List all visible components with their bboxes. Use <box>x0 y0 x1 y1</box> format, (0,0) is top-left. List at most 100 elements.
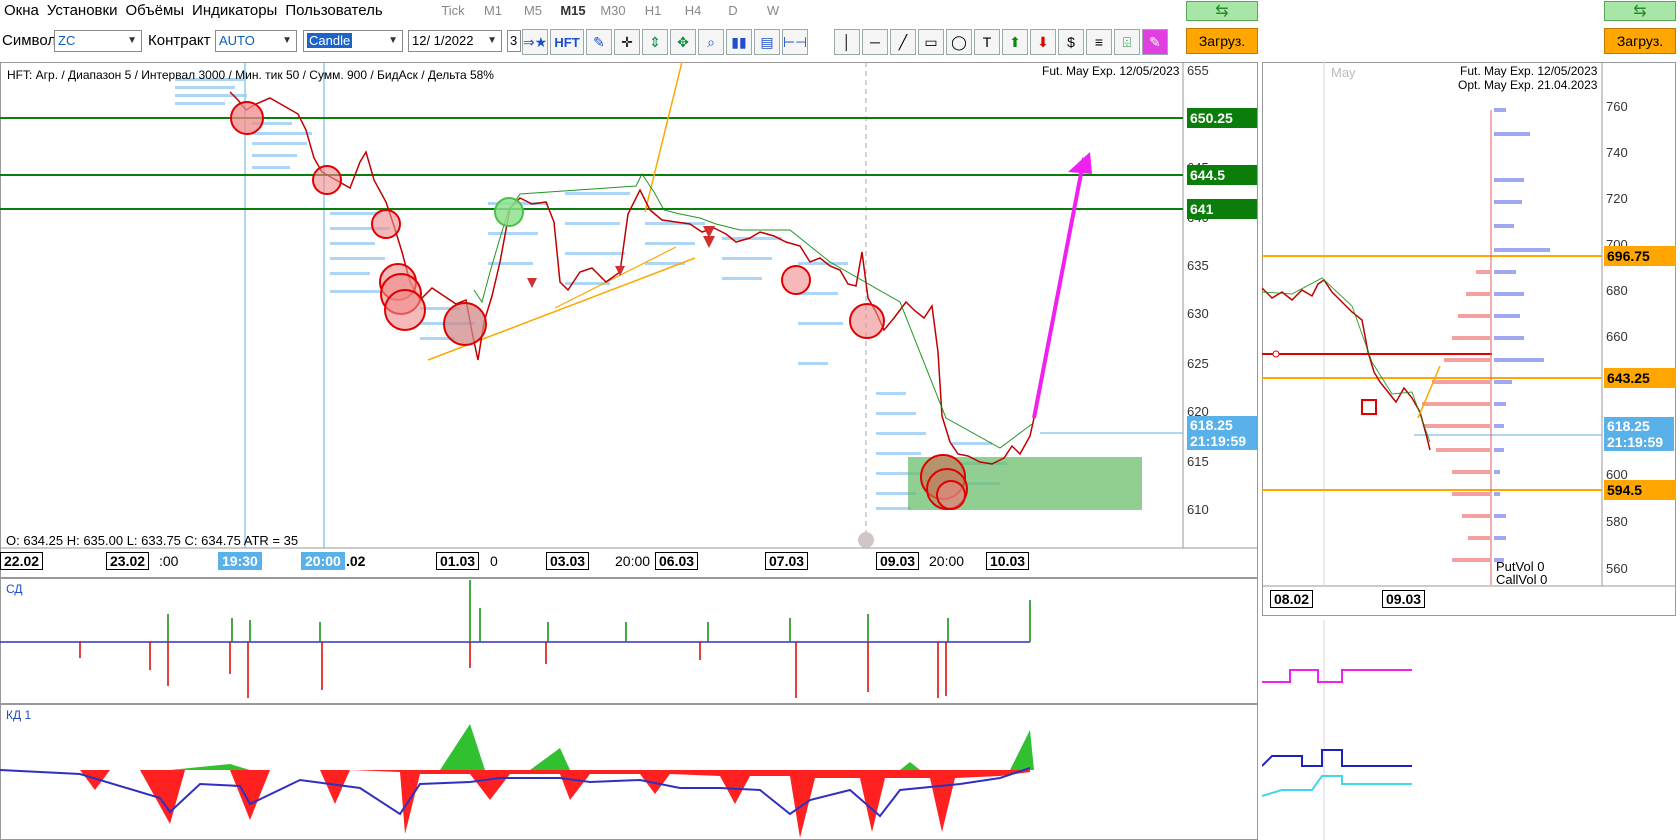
tf-d[interactable]: D <box>713 0 753 22</box>
kd-indicator-canvas <box>0 724 1034 838</box>
star-arrow-icon: ⇒★ <box>522 33 548 50</box>
price-tick: 760 <box>1606 99 1628 114</box>
crosshair-tool[interactable]: ✛ <box>614 29 640 55</box>
trend-line-minor[interactable] <box>554 246 677 309</box>
arrow-down-icon: ⬇ <box>1037 33 1049 50</box>
volume-profile-tool[interactable]: ▤ <box>754 29 780 55</box>
level-tag-643[interactable]: 643.25 <box>1604 368 1676 388</box>
price-tick: 655 <box>1187 63 1209 78</box>
load-button-right[interactable]: Загруз. <box>1604 28 1676 54</box>
price-tick: 630 <box>1187 306 1209 321</box>
chevron-down-icon: ▼ <box>388 35 398 46</box>
ellipse-tool[interactable]: ◯ <box>946 29 972 55</box>
buy-arrow-tool[interactable]: ⬆ <box>1002 29 1028 55</box>
date-label: 06.03 <box>655 552 699 570</box>
trend-line-tool[interactable]: ╱ <box>890 29 916 55</box>
sync-button-main[interactable]: ⇆ <box>1186 1 1258 21</box>
tf-w[interactable]: W <box>753 0 793 22</box>
contract-select[interactable]: AUTO ▼ <box>215 30 297 52</box>
time-label: :00 <box>159 553 179 569</box>
price-tick: 560 <box>1606 561 1628 576</box>
load-button-main[interactable]: Загруз. <box>1186 28 1258 54</box>
symbol-select[interactable]: ZC ▼ <box>54 30 142 52</box>
menu-volumes[interactable]: Объёмы <box>121 0 188 22</box>
date-label: 07.03 <box>765 552 809 570</box>
price-tick: 740 <box>1606 145 1628 160</box>
bars-tool[interactable]: ▮▮ <box>726 29 752 55</box>
bars-icon: ▮▮ <box>731 33 747 50</box>
arrow-up-icon: ⬆ <box>1009 33 1021 50</box>
date-picker[interactable]: 12/ 1/2022 ▼ <box>408 30 502 52</box>
menu-indicators[interactable]: Индикаторы <box>188 0 281 22</box>
dollar-icon: $ <box>1067 34 1075 50</box>
fit-tool[interactable]: ✥ <box>670 29 696 55</box>
current-price-value: 618.25 <box>1607 418 1650 434</box>
date-label: 01.03 <box>436 552 480 570</box>
tf-tick[interactable]: Tick <box>433 0 473 22</box>
zoom-tool[interactable]: ⌕ <box>698 29 724 55</box>
level-tag-644[interactable]: 644.5 <box>1187 165 1257 185</box>
horizontal-line-tool[interactable]: ─ <box>862 29 888 55</box>
rectangle-tool[interactable]: ▭ <box>918 29 944 55</box>
date-label: 09.03 <box>1382 590 1426 608</box>
vertical-line-tool[interactable]: │ <box>834 29 860 55</box>
tf-h4[interactable]: H4 <box>673 0 713 22</box>
date-label: 10.03 <box>986 552 1030 570</box>
tf-m1[interactable]: M1 <box>473 0 513 22</box>
hft-button[interactable]: HFT <box>550 29 584 55</box>
current-price-tag: 618.25 21:19:59 <box>1187 416 1257 450</box>
time-label: 0 <box>490 553 498 569</box>
time-label-highlight: 19:30 <box>218 552 262 570</box>
menu-user[interactable]: Пользователь <box>281 0 386 22</box>
ohlc-readout: O: 634.25 H: 635.00 L: 633.75 C: 634.75 … <box>6 533 299 548</box>
tf-m30[interactable]: M30 <box>593 0 633 22</box>
signal-box <box>1361 399 1377 415</box>
chart-type-select[interactable]: Candle ▼ <box>303 30 403 52</box>
contract-expiry-label: Fut. May Exp. 12/05/2023 <box>1042 64 1180 78</box>
range-icon: ⊢⊣ <box>782 33 808 50</box>
refresh-icon: ⇆ <box>1215 3 1229 20</box>
tf-m15[interactable]: M15 <box>553 0 593 22</box>
star-tool[interactable]: ⇒★ <box>522 29 548 55</box>
sell-arrow-tool[interactable]: ⬇ <box>1030 29 1056 55</box>
current-time-value: 21:19:59 <box>1607 434 1664 450</box>
tf-h1[interactable]: H1 <box>633 0 673 22</box>
menu-windows[interactable]: Окна <box>0 0 43 22</box>
tf-m5[interactable]: M5 <box>513 0 553 22</box>
price-label-tool[interactable]: $ <box>1058 29 1084 55</box>
chevron-down-icon: ▼ <box>487 35 497 46</box>
rectangle-icon: ▭ <box>924 33 938 50</box>
count-field[interactable]: 3 <box>507 30 521 52</box>
price-tick: 580 <box>1606 514 1628 529</box>
current-time-value: 21:19:59 <box>1190 433 1247 449</box>
eraser-tool[interactable]: ⌹ <box>1114 29 1140 55</box>
chart-info-line: HFT: Агр. / Диапазон 5 / Интервал 3000 /… <box>7 68 494 82</box>
fibonacci-tool[interactable]: ≡ <box>1086 29 1112 55</box>
level-tag-641[interactable]: 641 <box>1187 199 1257 219</box>
price-series <box>229 91 1035 465</box>
range-tool[interactable]: ⊢⊣ <box>782 29 808 55</box>
options-price-series <box>1262 278 1431 451</box>
diagonal-line-icon: ╱ <box>898 33 908 50</box>
text-tool[interactable]: T <box>974 29 1000 55</box>
vertical-scale-tool[interactable]: ⇕ <box>642 29 668 55</box>
pen-tool[interactable]: ✎ <box>586 29 612 55</box>
menu-settings[interactable]: Установки <box>43 0 122 22</box>
time-label: 20:00 <box>929 553 965 569</box>
month-label: May <box>1331 65 1356 80</box>
level-tag-594[interactable]: 594.5 <box>1604 480 1676 500</box>
pen-icon: ✎ <box>593 33 605 50</box>
forecast-arrow[interactable] <box>1032 157 1086 419</box>
main-chart-canvas[interactable] <box>0 62 1258 578</box>
color-pen-tool[interactable]: ✎ <box>1142 29 1168 55</box>
profile-icon: ▤ <box>760 33 774 50</box>
level-tag-696[interactable]: 696.75 <box>1604 246 1676 266</box>
date-label: 09.03 <box>876 552 920 570</box>
options-indicator-canvas <box>1262 620 1412 840</box>
pen-icon: ✎ <box>1149 33 1161 50</box>
level-tag-650[interactable]: 650.25 <box>1187 108 1257 128</box>
session-marker <box>858 532 874 548</box>
price-tick: 660 <box>1606 329 1628 344</box>
trend-line-steep[interactable] <box>644 62 683 213</box>
sync-button-right[interactable]: ⇆ <box>1604 1 1676 21</box>
